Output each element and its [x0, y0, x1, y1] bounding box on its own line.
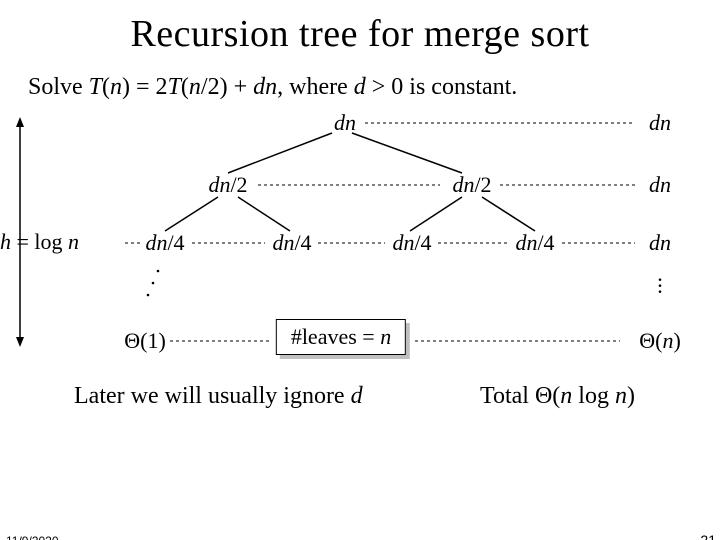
s3n: n	[660, 230, 671, 255]
l32-n: n	[283, 230, 294, 255]
eq-dn-n: n	[265, 74, 277, 100]
l34-n: n	[526, 230, 537, 255]
s3d: d	[649, 230, 660, 255]
leaves-box: #leaves = n	[280, 323, 410, 359]
node-l3-2: dn/4	[272, 230, 311, 256]
l2l-s: /2	[230, 172, 247, 197]
eq-over2: /2) +	[201, 74, 253, 100]
l31-n: n	[156, 230, 167, 255]
tot-n1: n	[560, 383, 572, 409]
slide-title: Recursion tree for merge sort	[0, 12, 720, 56]
root-n: n	[345, 110, 356, 135]
eq-post: , where	[277, 74, 354, 100]
l2r-n: n	[463, 172, 474, 197]
sum-vdots: ...	[657, 271, 663, 289]
eq-rp: ) = 2	[122, 74, 168, 100]
eq-pre: Solve	[28, 74, 89, 100]
sum-theta-n: Θ(n)	[639, 328, 681, 354]
tot-post: )	[627, 383, 635, 409]
s1n: n	[660, 110, 671, 135]
eq-gt: > 0 is constant.	[366, 74, 518, 100]
l33-s: /4	[414, 230, 431, 255]
eq-d2: d	[354, 74, 366, 100]
l2l-d: d	[208, 172, 219, 197]
tree-stage: h = log n dn dn/2 dn/2 dn/4 dn/4 dn/4 dn…	[0, 101, 720, 441]
l34-s: /4	[537, 230, 554, 255]
root-d: d	[334, 110, 345, 135]
tot-n2: n	[615, 383, 627, 409]
height-label: h = log n	[0, 229, 79, 255]
node-l2-right: dn/2	[452, 172, 491, 198]
footer-date: 11/9/2020	[6, 534, 59, 540]
footer-page: 21	[700, 532, 716, 540]
total-label: Total Θ(n log n)	[480, 383, 635, 410]
l33-n: n	[403, 230, 414, 255]
eq-d: d	[253, 74, 265, 100]
s1d: d	[649, 110, 660, 135]
sum-row2: dn	[649, 172, 671, 198]
eq-n: n	[110, 74, 122, 100]
node-l3-1: dn/4	[145, 230, 184, 256]
l2r-d: d	[452, 172, 463, 197]
l32-d: d	[272, 230, 283, 255]
l31-d: d	[145, 230, 156, 255]
s2n: n	[660, 172, 671, 197]
later-t: Later we will usually ignore	[74, 383, 351, 409]
eq-T2: T	[168, 74, 181, 100]
later-note: Later we will usually ignore d	[74, 383, 363, 410]
eq-lp: (	[102, 74, 110, 100]
l2l-n: n	[219, 172, 230, 197]
s2d: d	[649, 172, 660, 197]
recurrence-equation: Solve T(n) = 2T(n/2) + dn, where d > 0 i…	[28, 74, 720, 101]
leaves-n: n	[380, 324, 391, 349]
l2r-s: /2	[474, 172, 491, 197]
eq-lp2: (	[181, 74, 189, 100]
sNc: )	[673, 328, 680, 353]
node-l3-3: dn/4	[392, 230, 431, 256]
sum-row3: dn	[649, 230, 671, 256]
node-l3-4: dn/4	[515, 230, 554, 256]
sum-row1: dn	[649, 110, 671, 136]
sNp: Θ(	[639, 328, 662, 353]
h-n: n	[68, 229, 79, 254]
node-l2-left: dn/2	[208, 172, 247, 198]
later-d: d	[351, 383, 363, 409]
sNn: n	[662, 328, 673, 353]
node-root: dn	[334, 110, 356, 136]
eq-T: T	[89, 74, 102, 100]
eq-n2: n	[189, 74, 201, 100]
leaves-pre: #leaves =	[291, 324, 380, 349]
l31-s: /4	[167, 230, 184, 255]
l32-s: /4	[294, 230, 311, 255]
node-theta1: Θ(1)	[124, 328, 166, 354]
h-eq: = log	[11, 229, 68, 254]
tot-pre: Total Θ(	[480, 383, 560, 409]
tot-mid: log	[572, 383, 615, 409]
h-var: h	[0, 229, 11, 254]
l33-d: d	[392, 230, 403, 255]
l34-d: d	[515, 230, 526, 255]
leaves-box-inner: #leaves = n	[276, 319, 406, 355]
